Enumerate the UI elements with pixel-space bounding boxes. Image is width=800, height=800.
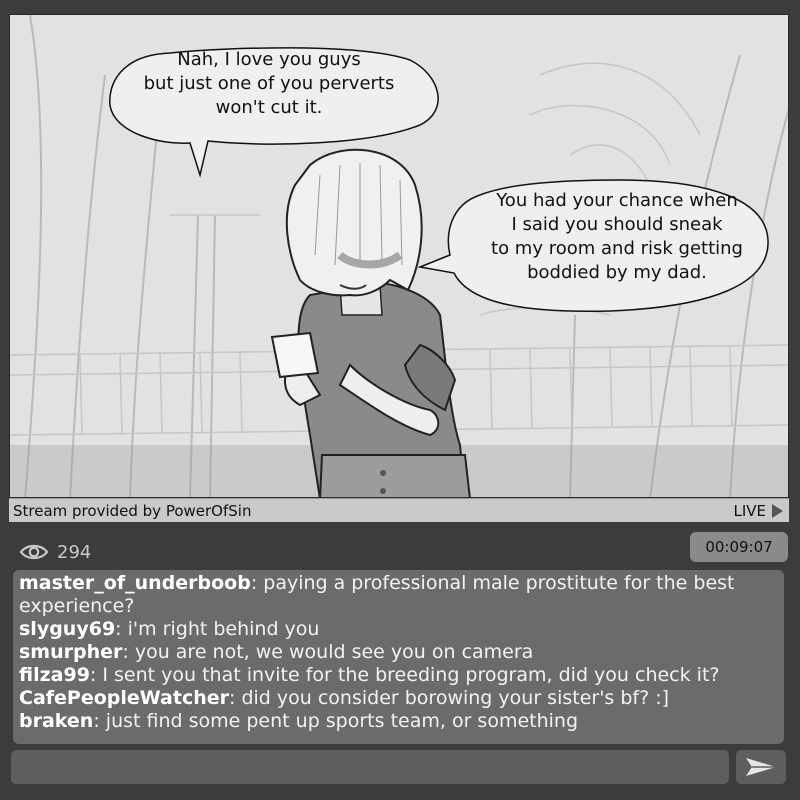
chat-username[interactable]: slyguy69 — [19, 618, 115, 640]
stream-info-bar: Stream provided by PowerOfSin LIVE — [9, 498, 789, 522]
chat-text: : did you consider borowing your sister'… — [229, 687, 670, 709]
chat-text: : just find some pent up sports team, or… — [93, 710, 579, 732]
video-player[interactable]: Nah, I love you guys but just one of you… — [9, 14, 789, 498]
chat-message: slyguy69: i'm right behind you — [19, 618, 776, 641]
live-label: LIVE — [733, 501, 766, 520]
chat-message: smurpher: you are not, we would see you … — [19, 641, 776, 664]
chat-message: filza99: I sent you that invite for the … — [19, 664, 776, 687]
eye-icon — [19, 544, 49, 560]
speech-bubble-left-text: Nah, I love you guys but just one of you… — [143, 49, 395, 118]
chat-text: : I sent you that invite for the breedin… — [89, 664, 720, 686]
chat-username[interactable]: filza99 — [19, 664, 90, 686]
chat-username[interactable]: master_of_underboob — [19, 572, 251, 594]
viewer-count-value: 294 — [57, 541, 92, 563]
chat-text: : i'm right behind you — [115, 618, 320, 640]
chat-username[interactable]: CafePeopleWatcher — [19, 687, 229, 709]
play-triangle-icon — [772, 503, 783, 518]
chat-message: master_of_underboob: paying a profession… — [19, 572, 776, 618]
chat-log[interactable]: master_of_underboob: paying a profession… — [13, 570, 784, 744]
live-indicator[interactable]: LIVE — [733, 502, 783, 520]
stream-provider-label: Stream provided by PowerOfSin — [13, 501, 252, 520]
send-button[interactable] — [736, 750, 786, 784]
send-arrow-icon — [746, 758, 776, 776]
chat-input[interactable] — [11, 750, 729, 784]
stream-window: Nah, I love you guys but just one of you… — [0, 0, 800, 800]
stream-timer: 00:09:07 — [690, 532, 788, 562]
viewer-count: 294 — [19, 540, 91, 564]
chat-username[interactable]: smurpher — [19, 641, 122, 663]
chat-username[interactable]: braken — [19, 710, 93, 732]
chat-text: : you are not, we would see you on camer… — [122, 641, 534, 663]
speech-bubble-right-text: You had your chance when I said you shou… — [491, 190, 743, 283]
chat-message: CafePeopleWatcher: did you consider boro… — [19, 687, 776, 710]
chat-message: braken: just find some pent up sports te… — [19, 710, 776, 733]
